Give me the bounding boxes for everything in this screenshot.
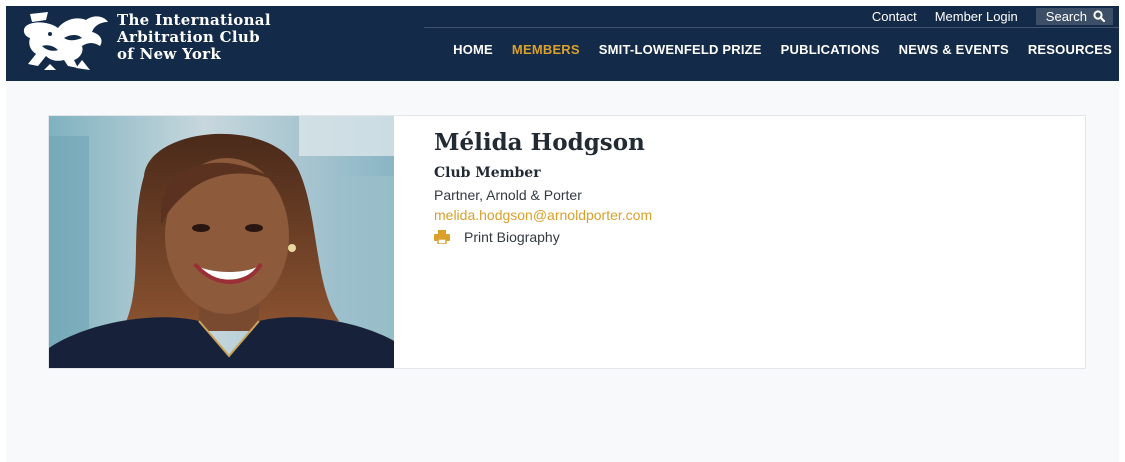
- site-title-line-1: The International: [117, 11, 271, 29]
- member-profile-card: Mélida Hodgson Club Member Partner, Arno…: [48, 115, 1086, 369]
- nav-news-events[interactable]: NEWS & EVENTS: [899, 42, 1009, 57]
- print-biography-link[interactable]: Print Biography: [434, 229, 652, 245]
- nav-publications[interactable]: PUBLICATIONS: [781, 42, 880, 57]
- site-title-line-3: of New York: [117, 45, 222, 63]
- nav-smit-lowenfeld-prize[interactable]: SMIT-LOWENFELD PRIZE: [599, 42, 762, 57]
- search-icon: [1093, 10, 1105, 22]
- printer-icon: [434, 230, 450, 244]
- member-role: Club Member: [434, 165, 541, 181]
- contact-link[interactable]: Contact: [872, 9, 917, 24]
- nav-resources[interactable]: RESOURCES: [1028, 42, 1112, 57]
- search-button[interactable]: Search: [1035, 7, 1113, 25]
- member-login-link[interactable]: Member Login: [935, 9, 1018, 24]
- member-info: Mélida Hodgson Club Member Partner, Arno…: [434, 129, 652, 245]
- main-nav: HOME MEMBERS SMIT-LOWENFELD PRIZE PUBLIC…: [434, 42, 1112, 57]
- member-photo: [49, 116, 394, 368]
- utility-nav: Contact Member Login Search: [872, 6, 1113, 26]
- search-label: Search: [1045, 8, 1087, 24]
- header-divider: [424, 27, 1119, 28]
- member-email-link[interactable]: melida.hodgson@arnoldporter.com: [434, 207, 652, 223]
- site-title[interactable]: The International Arbitration Club of Ne…: [117, 12, 271, 63]
- member-firm: Partner, Arnold & Porter: [434, 187, 582, 203]
- member-name: Mélida Hodgson: [434, 129, 645, 156]
- nav-members[interactable]: MEMBERS: [512, 42, 580, 57]
- nav-home[interactable]: HOME: [453, 42, 493, 57]
- griffin-logo-icon[interactable]: [20, 10, 112, 72]
- print-biography-label: Print Biography: [464, 229, 560, 245]
- site-header: The International Arbitration Club of Ne…: [6, 6, 1119, 81]
- site-title-line-2: Arbitration Club: [117, 28, 260, 46]
